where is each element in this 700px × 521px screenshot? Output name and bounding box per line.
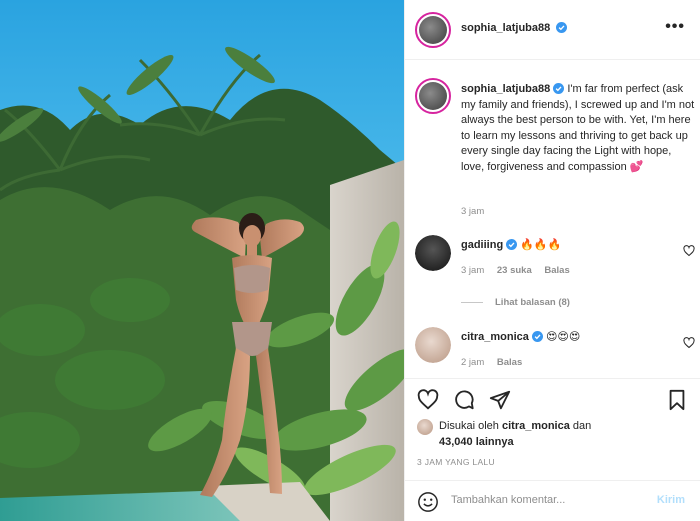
author-username-link[interactable]: sophia_latjuba88 bbox=[461, 22, 568, 34]
liked-by-and: dan bbox=[572, 420, 592, 432]
reply-button[interactable]: Balas bbox=[497, 357, 522, 368]
view-replies-label: Lihat balasan (8) bbox=[495, 297, 570, 308]
caption-text-block: sophia_latjuba88 I'm far from perfect (a… bbox=[461, 82, 695, 175]
comment-timestamp[interactable]: 3 jam bbox=[461, 265, 484, 276]
commenter-avatar[interactable] bbox=[415, 327, 451, 363]
save-bookmark-icon[interactable] bbox=[667, 389, 687, 411]
liked-by-prefix: Disukai oleh bbox=[439, 420, 499, 432]
post-photo-illustration bbox=[0, 0, 404, 521]
likes-count-link[interactable]: 43,040 lainnya bbox=[439, 436, 514, 448]
commenter-avatar[interactable] bbox=[415, 235, 451, 271]
comment-line: gadiiing 🔥🔥🔥 bbox=[461, 238, 561, 251]
verified-badge-icon bbox=[553, 83, 565, 94]
share-direct-icon[interactable] bbox=[489, 389, 511, 411]
comment-text: 😍😍😍 bbox=[545, 331, 581, 343]
post-photo[interactable] bbox=[0, 0, 404, 521]
post-header: sophia_latjuba88 ••• bbox=[405, 0, 700, 60]
caption-author-avatar[interactable] bbox=[415, 78, 451, 114]
reply-button[interactable]: Balas bbox=[544, 265, 569, 276]
post-detail-panel: sophia_latjuba88 ••• sophia_latjuba88 I'… bbox=[404, 0, 700, 521]
liked-by-line: Disukai oleh citra_monica dan bbox=[439, 420, 591, 432]
comment-composer: Kirim bbox=[405, 480, 700, 521]
comment-icon[interactable] bbox=[453, 389, 475, 411]
author-avatar[interactable] bbox=[415, 12, 451, 48]
comment-text: 🔥🔥🔥 bbox=[520, 239, 562, 251]
verified-badge-icon bbox=[556, 22, 568, 33]
caption-timestamp[interactable]: 3 jam bbox=[461, 206, 484, 217]
verified-badge-icon bbox=[531, 331, 543, 342]
post-comment-button[interactable]: Kirim bbox=[657, 494, 685, 506]
comment-meta: 3 jam 23 suka Balas bbox=[461, 265, 580, 276]
comment-timestamp[interactable]: 2 jam bbox=[461, 357, 484, 368]
like-heart-icon[interactable] bbox=[417, 389, 439, 411]
comment-like-heart-icon[interactable] bbox=[683, 245, 695, 257]
caption-author-username[interactable]: sophia_latjuba88 bbox=[461, 83, 550, 95]
comment-meta: 2 jam Balas bbox=[461, 357, 532, 368]
view-replies-button[interactable]: Lihat balasan (8) bbox=[461, 297, 570, 308]
caption-text: I'm far from perfect (ask my family and … bbox=[461, 83, 695, 173]
comment-likes-count[interactable]: 23 suka bbox=[497, 265, 532, 276]
comment-like-heart-icon[interactable] bbox=[683, 337, 695, 349]
replies-divider bbox=[461, 301, 483, 303]
liked-by-username[interactable]: citra_monica bbox=[502, 420, 570, 432]
likes-count-line: 43,040 lainnya bbox=[439, 436, 514, 448]
comment-input[interactable] bbox=[451, 489, 641, 511]
commenter-username[interactable]: citra_monica bbox=[461, 331, 529, 343]
commenter-username[interactable]: gadiiing bbox=[461, 239, 503, 251]
post-actions: Disukai oleh citra_monica dan 43,040 lai… bbox=[405, 378, 700, 478]
emoji-picker-icon[interactable] bbox=[417, 491, 439, 513]
verified-badge-icon bbox=[506, 239, 518, 250]
more-options-icon[interactable]: ••• bbox=[665, 18, 685, 36]
action-icons-row bbox=[417, 389, 689, 413]
comment-line: citra_monica 😍😍😍 bbox=[461, 330, 580, 343]
author-username: sophia_latjuba88 bbox=[461, 22, 551, 34]
post-timestamp[interactable]: 3 JAM YANG LALU bbox=[417, 457, 495, 467]
liker-avatar[interactable] bbox=[417, 419, 433, 435]
